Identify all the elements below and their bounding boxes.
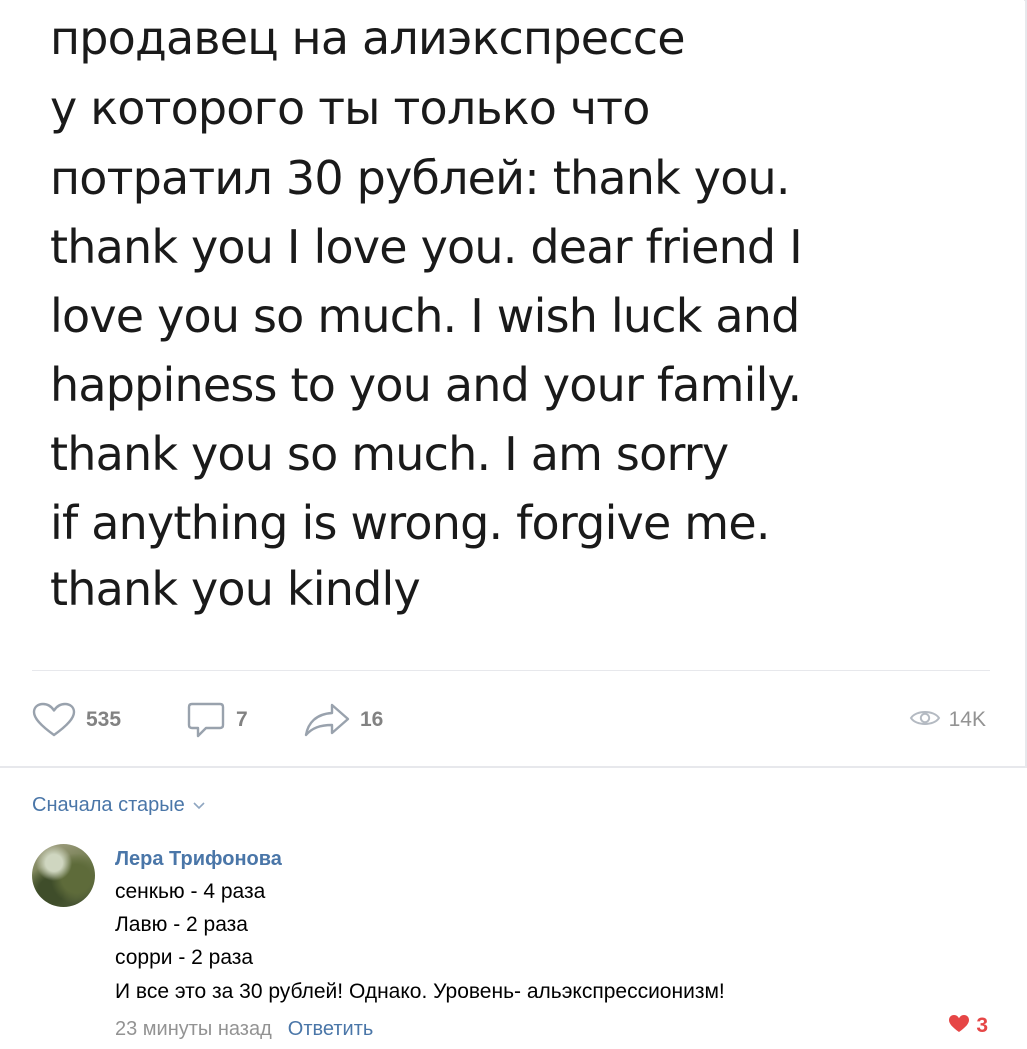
post-text-line: продавец на алиэкспрессе [50,11,686,65]
post-text-line: thank you I love you. dear friend I [50,220,803,274]
comment: Лера Трифонова сенкью - 4 раза Лавю - 2 … [0,840,1024,1049]
post-text-line: thank you so much. I am sorry [50,427,729,481]
comment-text-line: Лавю - 2 раза [115,913,248,936]
post-text-line: потратил 30 рублей: thank you. [50,151,791,205]
comment-author[interactable]: Лера Трифонова [115,848,282,871]
comment-text-line: сенкью - 4 раза [115,880,266,903]
post-text-line: у которого ты только что [50,81,650,135]
heart-filled-icon [948,1014,970,1038]
comment-icon [186,700,226,740]
comment-text-line: сорри - 2 раза [115,946,254,969]
like-count: 535 [86,708,122,731]
comment-like-button[interactable]: 3 [948,1014,988,1038]
post-text-line: if anything is wrong. forgive me. [50,496,770,550]
section-divider [0,766,1027,768]
comment-like-count: 3 [976,1014,988,1037]
post-actions-bar: 535 7 16 14K [0,692,1024,748]
heart-icon [32,702,76,738]
post-text-line: happiness to you and your family. [50,358,802,412]
views-counter: 14K [909,692,986,748]
post-divider [32,670,990,671]
share-icon [304,702,350,738]
avatar[interactable] [32,844,95,907]
post-text-line: love you so much. I wish luck and [50,289,800,343]
comment-count: 7 [236,708,248,731]
share-count: 16 [360,708,384,731]
comment-button[interactable]: 7 [186,692,248,748]
views-count: 14K [948,708,986,731]
like-button[interactable]: 535 [32,692,121,748]
comment-text-line: И все это за 30 рублей! Однако. Уровень-… [115,980,725,1003]
sort-label: Сначала старые [32,794,185,816]
post-image[interactable]: продавец на алиэкспрессе у которого ты т… [0,0,1024,650]
eye-icon [909,707,941,734]
reply-button[interactable]: Ответить [288,1018,374,1041]
comment-timestamp[interactable]: 23 минуты назад [115,1018,272,1041]
share-button[interactable]: 16 [304,692,383,748]
post-text-line: thank you kindly [50,562,421,616]
chevron-down-icon [193,797,205,815]
comment-meta: 23 минуты назад Ответить [115,1018,373,1041]
comments-sort-dropdown[interactable]: Сначала старые [32,794,205,817]
